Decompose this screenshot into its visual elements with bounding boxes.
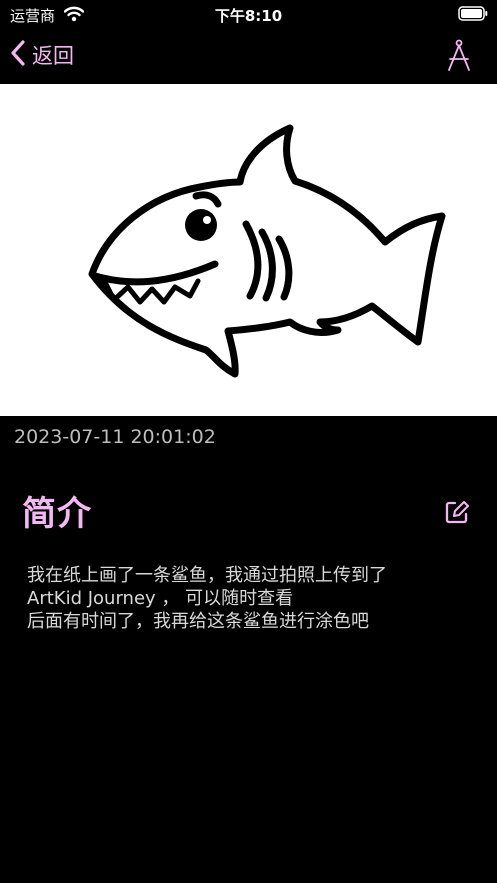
- description-line: 我在纸上画了一条鲨鱼，我通过拍照上传到了: [27, 565, 387, 586]
- status-time: 下午8:10: [214, 7, 283, 25]
- artwork-image: [0, 84, 497, 416]
- shark-drawing: [88, 124, 446, 378]
- edit-icon: [444, 500, 470, 529]
- status-bar: 运营商 下午8:10: [0, 0, 497, 30]
- artwork-timestamp: 2023-07-11 20:01:02: [14, 426, 216, 448]
- compass-icon: [445, 39, 473, 77]
- edit-intro-button[interactable]: [444, 499, 470, 525]
- battery-icon: [458, 6, 488, 25]
- intro-title: 简介: [22, 494, 92, 534]
- back-label: 返回: [32, 44, 74, 68]
- compass-tool-button[interactable]: [445, 39, 473, 73]
- back-button[interactable]: 返回: [10, 38, 74, 72]
- description-line: 后面有时间了，我再给这条鲨鱼进行涂色吧: [27, 611, 369, 632]
- intro-description: 我在纸上画了一条鲨鱼，我通过拍照上传到了 ArtKid Journey ， 可以…: [27, 564, 477, 633]
- description-line: ArtKid Journey ， 可以随时查看: [27, 588, 294, 609]
- navigation-bar: 返回: [0, 30, 497, 82]
- chevron-left-icon: [10, 40, 26, 70]
